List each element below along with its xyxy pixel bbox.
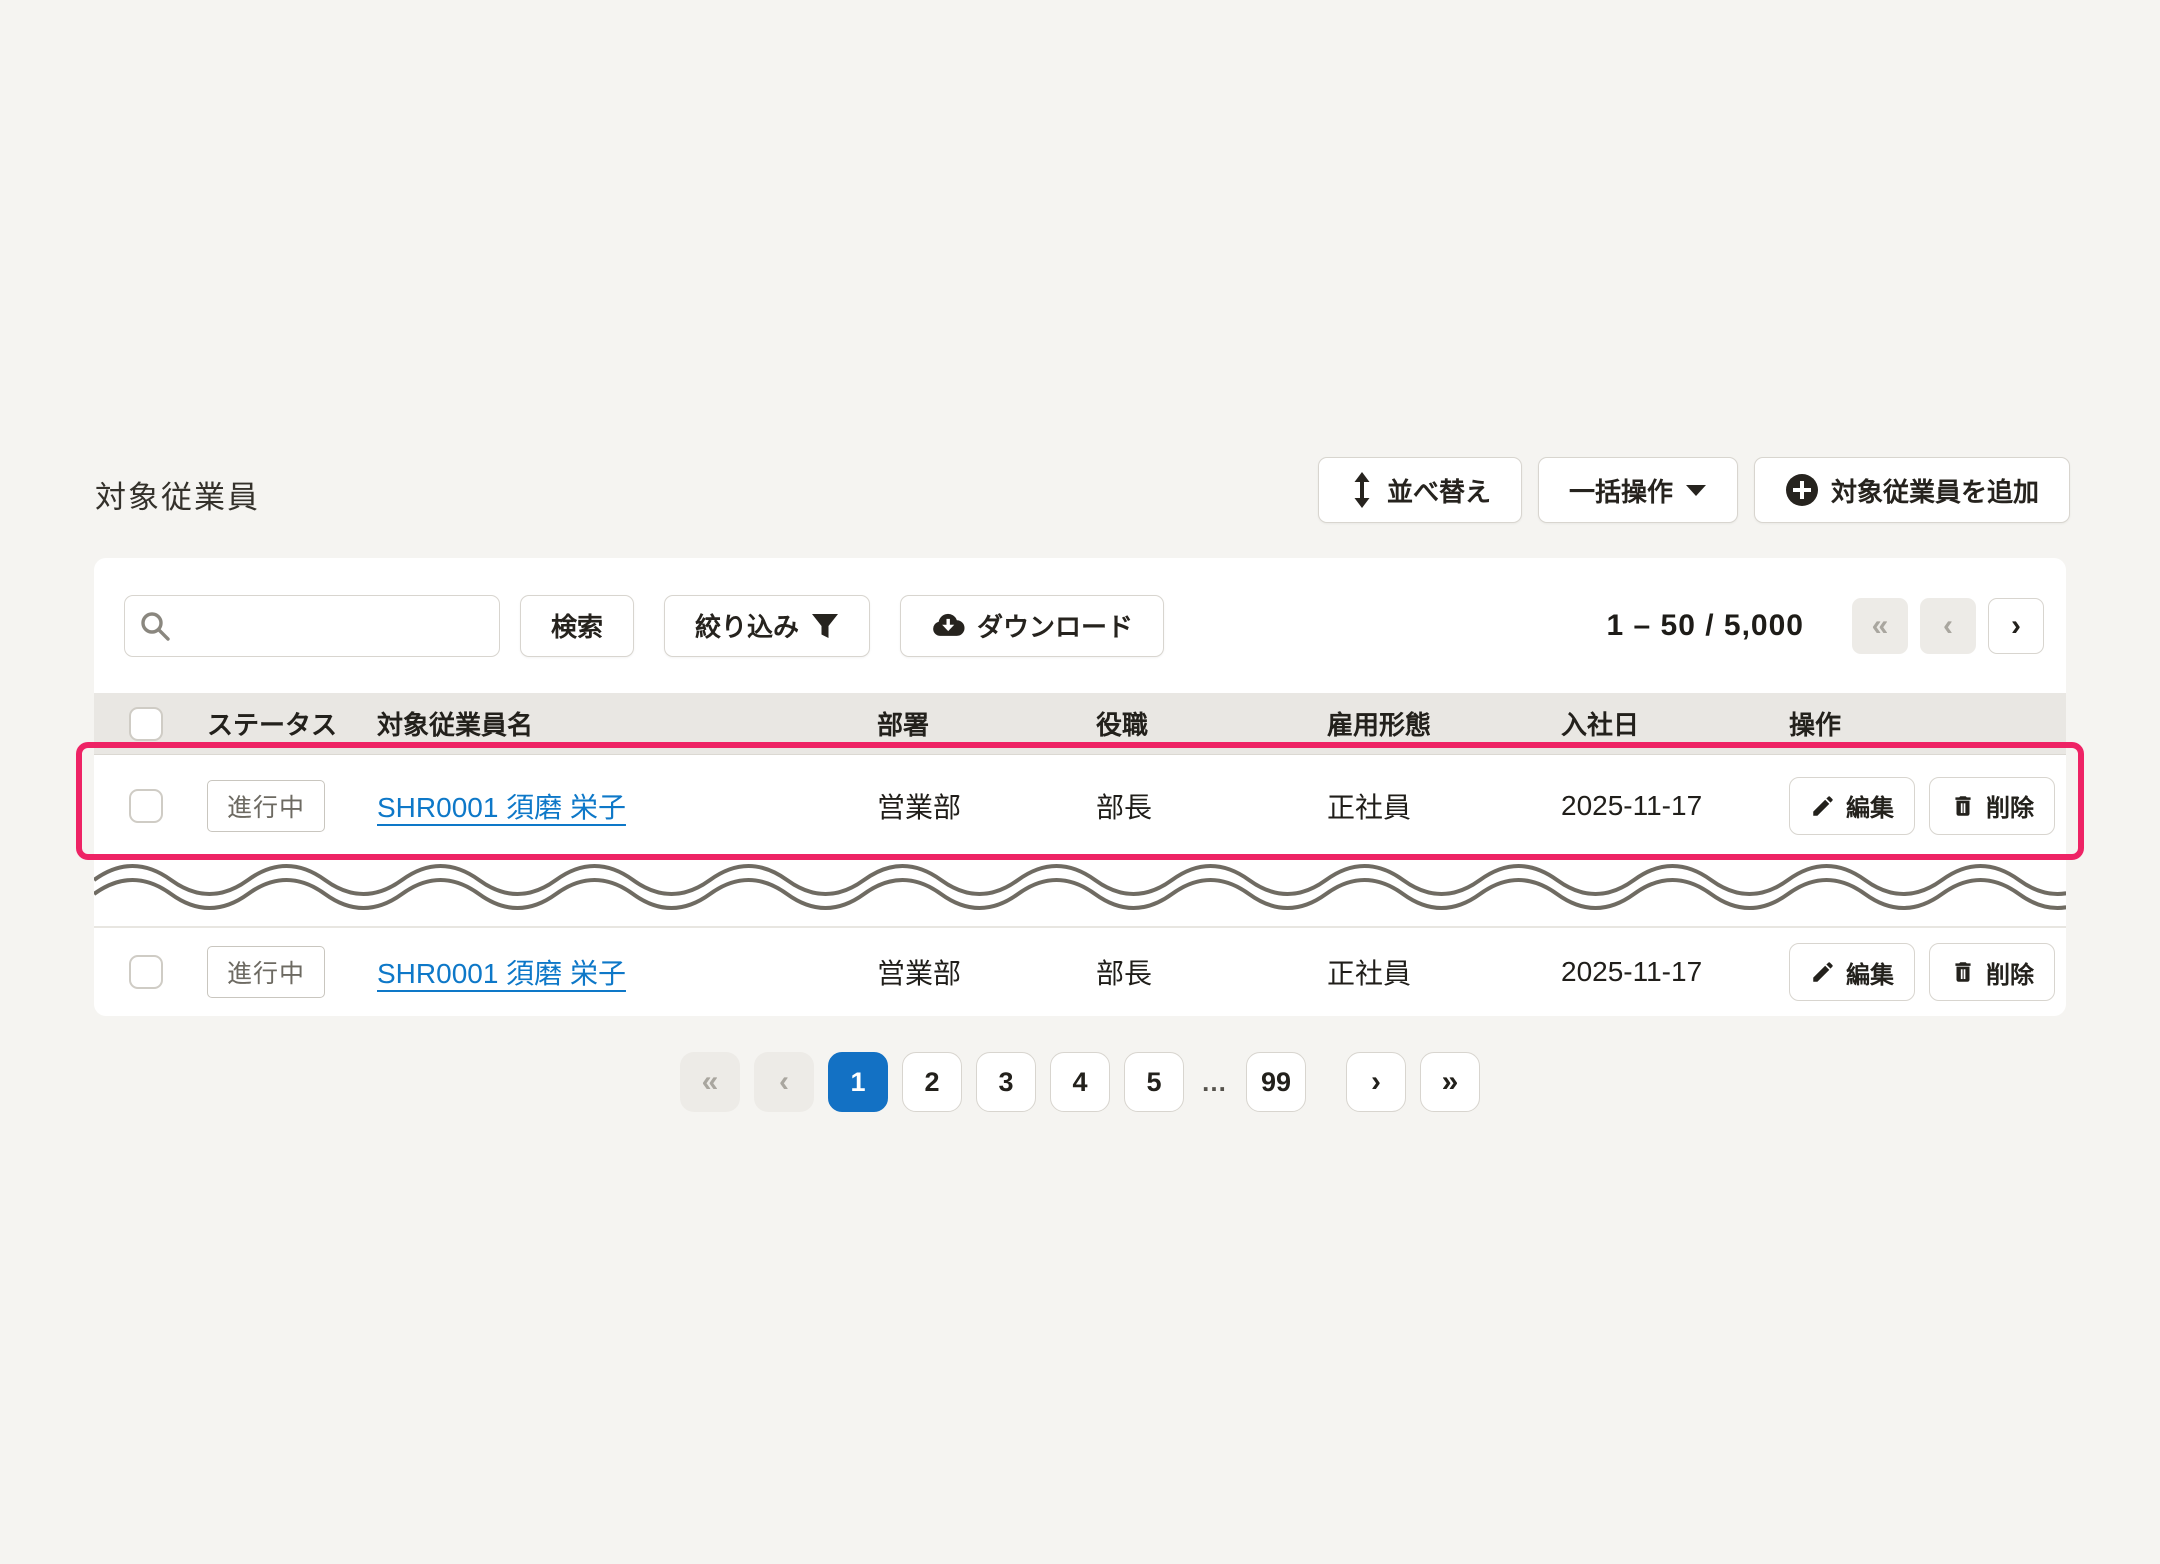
top-first-page-button: « [1852,598,1908,654]
delete-button-label: 削除 [1986,788,2034,823]
trash-icon [1950,793,1976,819]
next-page-button[interactable]: › [1346,1052,1406,1112]
search-box[interactable] [124,595,500,657]
page-button-4[interactable]: 4 [1050,1052,1110,1112]
prev-page-button: ‹ [754,1052,814,1112]
role-cell: 部長 [1077,786,1308,826]
search-input[interactable] [181,610,485,641]
trash-icon [1950,959,1976,985]
header-employment: 雇用形態 [1308,705,1542,742]
delete-button[interactable]: 削除 [1929,943,2055,1001]
employee-name-link[interactable]: SHR0001 須磨 栄子 [377,958,626,989]
search-button-label: 検索 [551,607,603,644]
download-button-label: ダウンロード [977,607,1133,644]
top-next-page-button[interactable]: › [1988,598,2044,654]
page-button-3[interactable]: 3 [976,1052,1036,1112]
role-cell: 部長 [1077,952,1308,992]
filter-button-label: 絞り込み [695,607,799,644]
page-button-1[interactable]: 1 [828,1052,888,1112]
result-range: 1 – 50 / 5,000 [1607,609,1805,643]
sort-button-label: 並べ替え [1387,472,1491,509]
page-button-5[interactable]: 5 [1124,1052,1184,1112]
department-cell: 営業部 [858,786,1077,826]
omitted-rows-separator [94,858,2066,928]
header-department: 部署 [858,705,1077,742]
download-cloud-icon [931,612,965,639]
employment-cell: 正社員 [1308,952,1542,992]
employee-list-card: 検索 絞り込み ダウンロード 1 – 50 / 5,000 « ‹ › ステータ… [94,558,2066,1016]
plus-circle-icon [1785,473,1819,507]
sort-icon [1349,472,1375,508]
pagination-ellipsis: … [1198,1067,1232,1098]
pencil-icon [1810,793,1836,819]
status-badge: 進行中 [207,780,325,832]
filter-funnel-icon [811,612,839,640]
bulk-actions-label: 一括操作 [1569,472,1673,509]
search-button[interactable]: 検索 [520,595,634,657]
row-checkbox[interactable] [129,955,163,989]
header-operations: 操作 [1770,705,2066,742]
sort-button[interactable]: 並べ替え [1318,457,1522,523]
page-title: 対象従業員 [95,472,260,517]
hire-date-cell: 2025-11-17 [1542,956,1770,988]
header-hire-date: 入社日 [1542,705,1770,742]
edit-button-label: 編集 [1846,788,1894,823]
add-employee-label: 対象従業員を追加 [1831,472,2039,509]
employment-cell: 正社員 [1308,786,1542,826]
bulk-actions-button[interactable]: 一括操作 [1538,457,1738,523]
edit-button[interactable]: 編集 [1789,943,1915,1001]
table-row: 進行中 SHR0001 須磨 栄子 営業部 部長 正社員 2025-11-17 … [94,928,2066,1016]
edit-button[interactable]: 編集 [1789,777,1915,835]
table-header-row: ステータス 対象従業員名 部署 役職 雇用形態 入社日 操作 [94,693,2066,755]
select-all-checkbox[interactable] [129,707,163,741]
row-checkbox[interactable] [129,789,163,823]
bottom-pagination: « ‹ 1 2 3 4 5 … 99 › » [0,1052,2160,1112]
table-row: 進行中 SHR0001 須磨 栄子 営業部 部長 正社員 2025-11-17 … [94,755,2066,858]
employee-name-link[interactable]: SHR0001 須磨 栄子 [377,792,626,823]
pencil-icon [1810,959,1836,985]
edit-button-label: 編集 [1846,955,1894,990]
delete-button-label: 削除 [1986,955,2034,990]
header-name: 対象従業員名 [358,705,858,742]
page-button-99[interactable]: 99 [1246,1052,1306,1112]
add-employee-button[interactable]: 対象従業員を追加 [1754,457,2070,523]
toolbar: 並べ替え 一括操作 対象従業員を追加 [1318,457,2070,523]
list-controls: 検索 絞り込み ダウンロード 1 – 50 / 5,000 « ‹ › [94,558,2066,693]
header-role: 役職 [1077,705,1308,742]
hire-date-cell: 2025-11-17 [1542,790,1770,822]
search-icon [139,610,171,642]
top-prev-page-button: ‹ [1920,598,1976,654]
delete-button[interactable]: 削除 [1929,777,2055,835]
download-button[interactable]: ダウンロード [900,595,1164,657]
last-page-button[interactable]: » [1420,1052,1480,1112]
first-page-button: « [680,1052,740,1112]
page-button-2[interactable]: 2 [902,1052,962,1112]
top-pagination: 1 – 50 / 5,000 « ‹ › [1607,598,2045,654]
filter-button[interactable]: 絞り込み [664,595,870,657]
chevron-down-icon [1685,483,1707,497]
status-badge: 進行中 [207,946,325,998]
department-cell: 営業部 [858,952,1077,992]
header-status: ステータス [188,705,358,742]
